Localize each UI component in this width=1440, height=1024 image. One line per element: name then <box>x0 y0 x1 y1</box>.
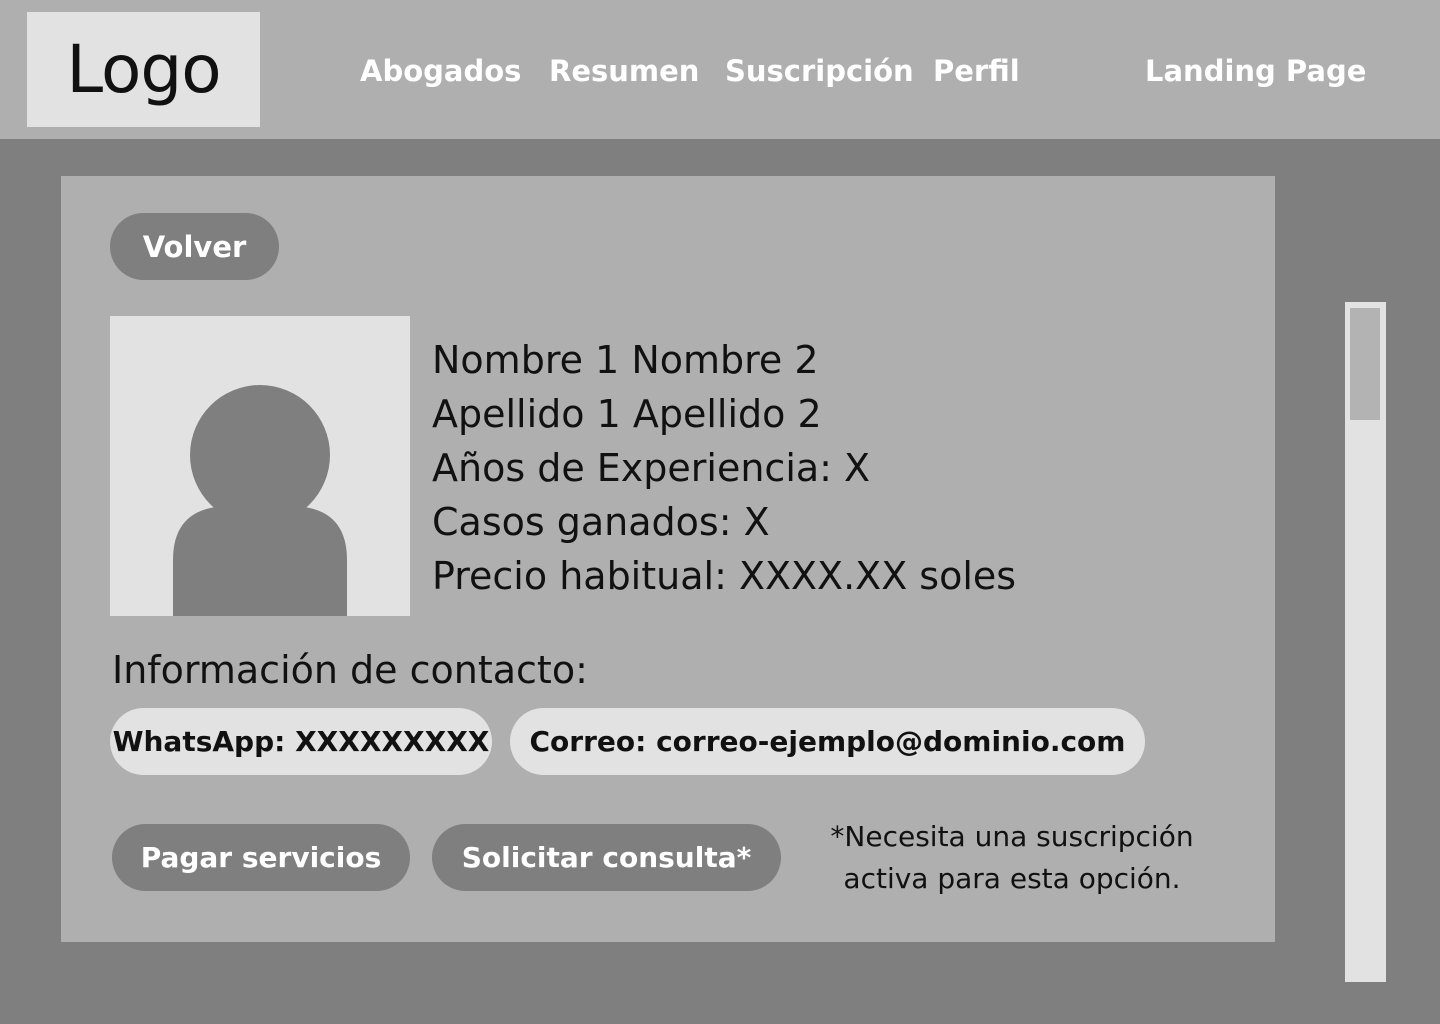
nav-item-landing-page[interactable]: Landing Page <box>1145 50 1366 92</box>
lawyer-last-names: Apellido 1 Apellido 2 <box>432 392 822 436</box>
lawyer-first-names: Nombre 1 Nombre 2 <box>432 338 819 382</box>
nav-item-suscripcion[interactable]: Suscripción <box>725 50 914 92</box>
scrollbar-thumb[interactable] <box>1350 308 1380 420</box>
subscription-note-line-1: *Necesita una suscripción <box>830 820 1194 853</box>
logo-text: Logo <box>66 31 221 108</box>
nav-item-abogados[interactable]: Abogados <box>360 50 521 92</box>
request-consultation-button[interactable]: Solicitar consulta* <box>432 824 781 891</box>
subscription-note: *Necesita una suscripción activa para es… <box>811 816 1213 900</box>
profile-photo <box>110 316 410 616</box>
vertical-scrollbar[interactable] <box>1345 302 1386 982</box>
subscription-note-line-2: activa para esta opción. <box>843 862 1181 895</box>
user-silhouette-icon <box>173 385 347 616</box>
pay-services-button[interactable]: Pagar servicios <box>112 824 410 891</box>
logo[interactable]: Logo <box>27 12 260 127</box>
lawyer-cases-won: Casos ganados: X <box>432 500 770 544</box>
back-button[interactable]: Volver <box>110 213 279 280</box>
whatsapp-contact[interactable]: WhatsApp: XXXXXXXXX <box>110 708 492 775</box>
lawyer-profile-card: Volver Nombre 1 Nombre 2 Apellido 1 Apel… <box>61 176 1275 942</box>
lawyer-experience: Años de Experiencia: X <box>432 446 871 490</box>
nav-item-resumen[interactable]: Resumen <box>549 50 699 92</box>
top-navigation-bar: Logo Abogados Resumen Suscripción Perfil… <box>0 0 1440 139</box>
nav-item-perfil[interactable]: Perfil <box>933 50 1020 92</box>
lawyer-price: Precio habitual: XXXX.XX soles <box>432 554 1017 598</box>
contact-info-title: Información de contacto: <box>112 648 588 692</box>
email-contact[interactable]: Correo: correo-ejemplo@dominio.com <box>510 708 1145 775</box>
